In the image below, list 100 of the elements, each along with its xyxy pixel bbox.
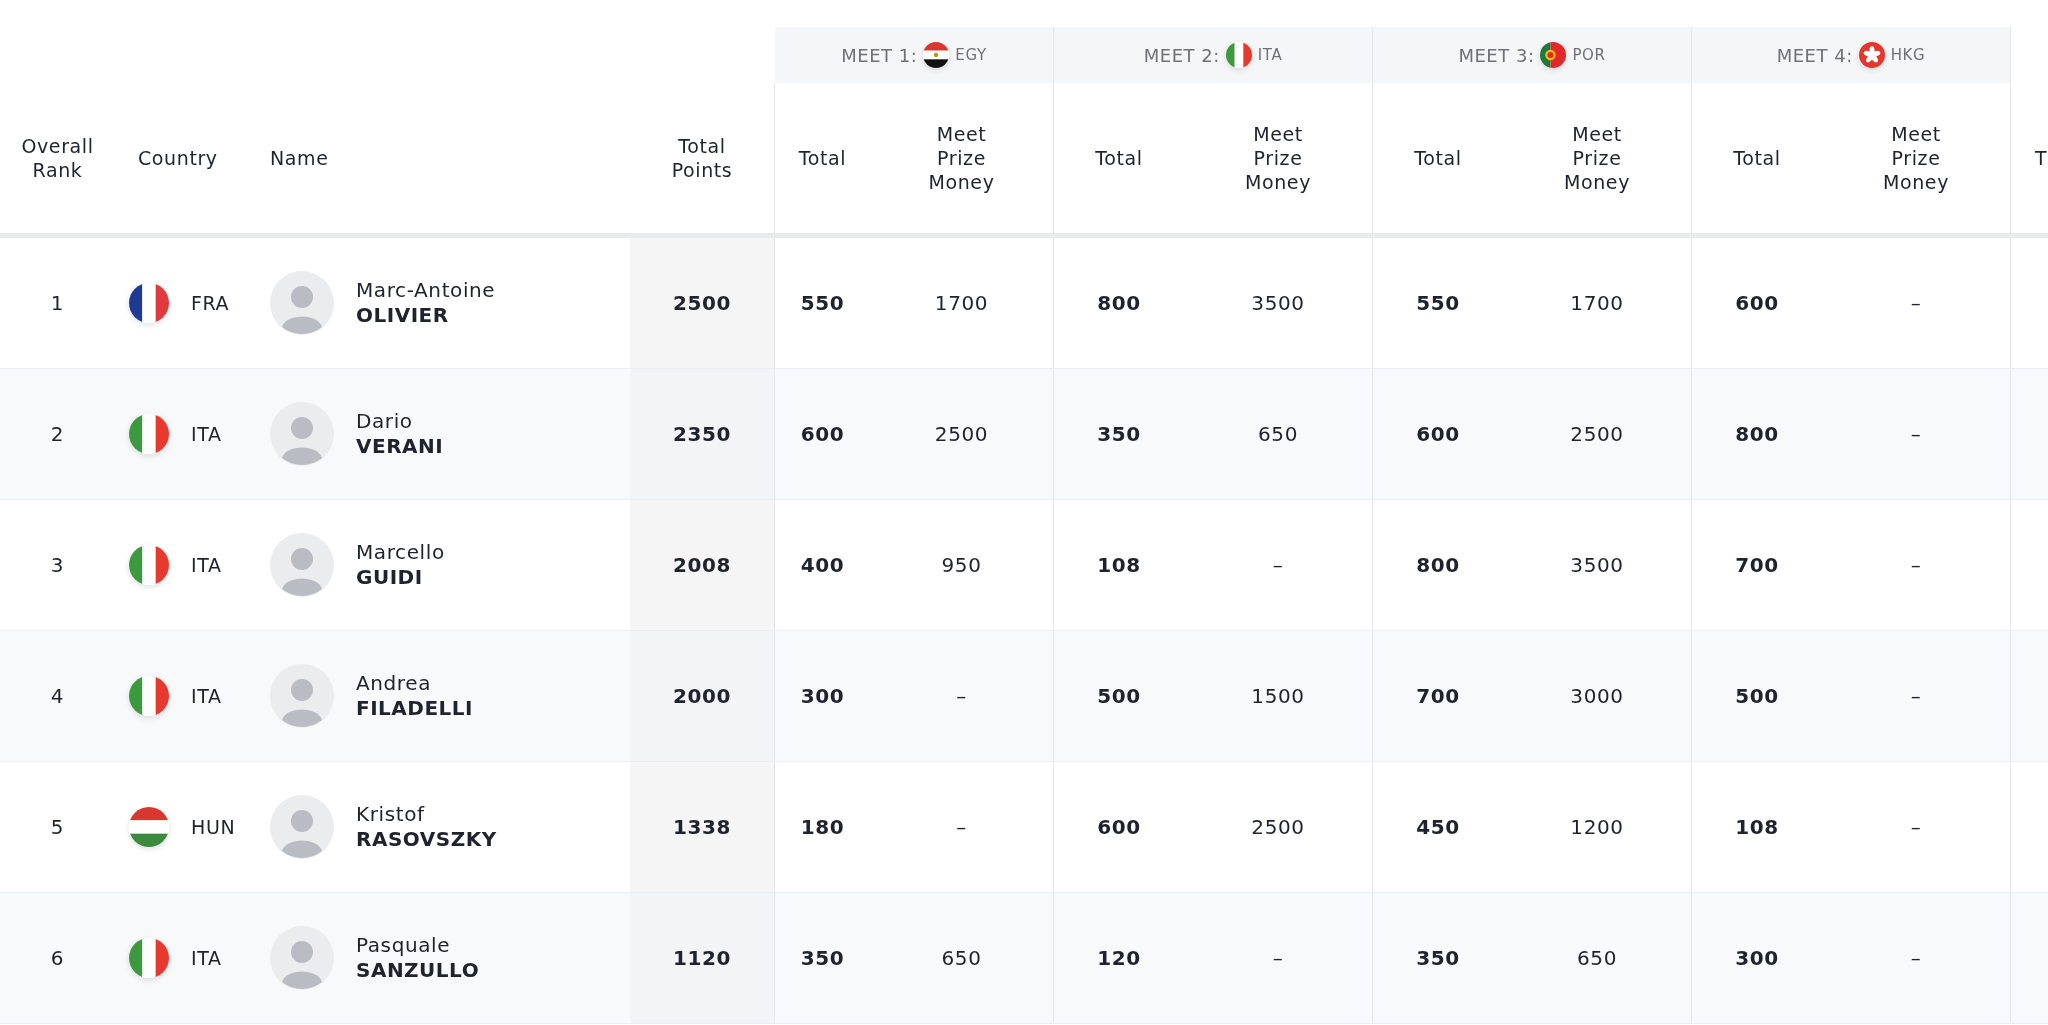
points-cell: 2350 (630, 369, 775, 499)
rank: 4 (50, 684, 65, 708)
prize-money: – (1910, 684, 1922, 708)
meet-total: 300 (800, 684, 845, 708)
prize-money: – (1910, 815, 1922, 839)
first-name: Andrea (356, 671, 432, 696)
meet-label: MEET 3: (1458, 44, 1535, 66)
prize-money: – (1910, 553, 1922, 577)
first-name: Marcello (356, 540, 445, 565)
last-name: RASOVSZKY (356, 827, 497, 852)
meet-total: 600 (1416, 422, 1460, 446)
meet-total: 600 (1097, 815, 1141, 839)
first-name: Kristof (356, 802, 426, 827)
column-header: Total (1095, 146, 1143, 170)
column-header: Total (1414, 146, 1462, 170)
flag-icon (129, 545, 169, 585)
meet-total: 500 (1735, 684, 1779, 708)
meet-total: 300 (1735, 946, 1779, 970)
prize-money: – (1910, 422, 1922, 446)
last-name: GUIDI (356, 565, 424, 590)
country-code: ITA (191, 685, 222, 707)
meet-label: MEET 2: (1143, 44, 1220, 66)
country-code: ITA (191, 947, 222, 969)
flag-icon (129, 938, 169, 978)
prize-money: 2500 (1251, 815, 1305, 839)
meet-total: 350 (800, 946, 845, 970)
prize-money: 3000 (1570, 684, 1624, 708)
column-header: Name (270, 146, 329, 170)
meet-total: 700 (1416, 684, 1460, 708)
rank: 2 (50, 422, 65, 446)
last-name: OLIVIER (356, 303, 450, 328)
column-header: Meet Prize Money (1882, 122, 1950, 194)
prize-money: 3500 (1570, 553, 1624, 577)
meet-country-code: ITA (1257, 46, 1283, 64)
flag-icon (923, 42, 950, 68)
rank: 3 (50, 553, 65, 577)
flag-icon (129, 807, 169, 847)
column-header: T (2035, 146, 2048, 170)
country-code: ITA (191, 423, 222, 445)
flag-icon (129, 283, 169, 323)
last-name: VERANI (356, 434, 444, 459)
meet-total: 550 (1416, 291, 1460, 315)
meet-total: 600 (1735, 291, 1779, 315)
meet-total: 108 (1735, 815, 1779, 839)
flag-icon (1540, 42, 1567, 68)
points-cell: 1338 (630, 762, 775, 892)
prize-money: 2500 (934, 422, 989, 446)
first-name: Pasquale (356, 933, 452, 958)
prize-money: – (1910, 946, 1922, 970)
rank: 1 (50, 291, 65, 315)
rank: 6 (50, 946, 65, 970)
prize-money: 650 (941, 946, 982, 970)
avatar-placeholder (270, 926, 334, 990)
meet-country-code: HKG (1890, 46, 1926, 64)
country-code: ITA (191, 554, 222, 576)
meet-total: 400 (800, 553, 845, 577)
avatar-placeholder (270, 664, 334, 728)
meet-country-code: EGY (955, 46, 987, 64)
meet-total: 800 (1416, 553, 1460, 577)
points-cell: 2008 (630, 500, 775, 630)
prize-money: – (956, 684, 967, 708)
avatar-placeholder (270, 402, 334, 466)
meet-label: MEET 1: (841, 44, 918, 66)
flag-icon (1225, 42, 1252, 68)
points-cell: 2000 (630, 631, 775, 761)
prize-money: 650 (1258, 422, 1298, 446)
last-name: SANZULLO (356, 958, 480, 983)
column-header: Overall Rank (20, 134, 95, 182)
flag-icon (129, 676, 169, 716)
column-header: Total (798, 146, 847, 170)
prize-money: 1700 (1570, 291, 1624, 315)
meet-country-code: POR (1572, 46, 1606, 64)
meet-total: 800 (1735, 422, 1779, 446)
avatar-placeholder (270, 533, 334, 597)
points-cell: 1120 (630, 893, 775, 1023)
meet-label: MEET 4: (1776, 44, 1853, 66)
meet-total: 700 (1735, 553, 1779, 577)
prize-money: 1200 (1570, 815, 1624, 839)
prize-money: 950 (941, 553, 982, 577)
prize-money: – (956, 815, 967, 839)
meet-total: 108 (1097, 553, 1141, 577)
flag-icon (1858, 42, 1885, 68)
meet-total: 600 (800, 422, 845, 446)
prize-money: – (1910, 291, 1922, 315)
rank: 5 (50, 815, 65, 839)
column-header: Total Points (670, 134, 734, 182)
column-header: Meet Prize Money (1563, 122, 1631, 194)
meet-total: 450 (1416, 815, 1460, 839)
prize-money: 3500 (1251, 291, 1305, 315)
prize-money: 650 (1577, 946, 1617, 970)
first-name: Dario (356, 409, 414, 434)
prize-money: 1700 (934, 291, 989, 315)
meet-total: 180 (800, 815, 845, 839)
meet-total: 800 (1097, 291, 1141, 315)
meet-total: 550 (800, 291, 845, 315)
country-code: HUN (191, 816, 236, 838)
country-code: FRA (191, 292, 230, 314)
meet-total: 350 (1097, 422, 1141, 446)
column-header: Meet Prize Money (927, 122, 996, 194)
column-header: Total (1733, 146, 1781, 170)
